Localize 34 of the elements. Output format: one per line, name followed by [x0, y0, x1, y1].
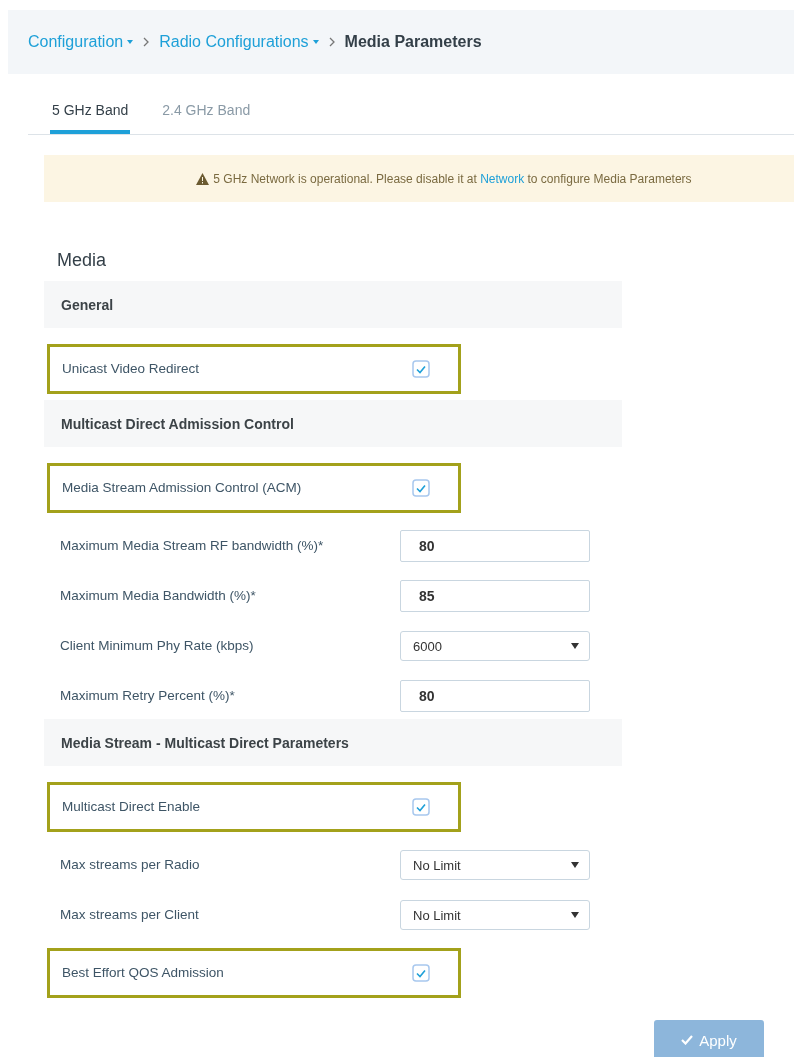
- dropdown[interactable]: 6000: [400, 631, 590, 661]
- warning-icon: [196, 172, 210, 185]
- caret-icon: [571, 643, 579, 649]
- field-label: Maximum Media Bandwidth (%)*: [60, 588, 257, 604]
- field-label: Best Effort QOS Admission: [62, 965, 225, 981]
- field-label: Maximum Media Stream RF bandwidth (%)*: [60, 538, 325, 554]
- input-field[interactable]: 80: [400, 680, 590, 712]
- chevron-icon: [143, 37, 150, 47]
- section-header: Multicast Direct Admission Control: [44, 400, 622, 447]
- tab[interactable]: 5 GHz Band: [50, 90, 131, 134]
- checkbox[interactable]: [412, 479, 430, 497]
- chevron-icon: [328, 37, 335, 47]
- breadcrumb-current: Media Parameters: [344, 33, 482, 51]
- input-field[interactable]: 85: [400, 580, 590, 612]
- field-label: Multicast Direct Enable: [62, 799, 202, 815]
- field-label: Max streams per Client: [60, 907, 200, 923]
- warning-message: 5 GHz Network is operational. Please disable it at Network to configure Media Parameters: [213, 171, 692, 186]
- checkbox[interactable]: [412, 360, 430, 378]
- section-header: Media Stream - Multicast Direct Parameters: [44, 719, 622, 766]
- check-icon: [681, 1035, 694, 1045]
- field-label: Unicast Video Redirect: [62, 361, 201, 377]
- field-label: Maximum Retry Percent (%)*: [60, 688, 236, 704]
- input-field[interactable]: 80: [400, 530, 590, 562]
- caret-icon: [571, 912, 579, 918]
- checkbox[interactable]: [412, 798, 430, 816]
- field-label: Media Stream Admission Control (ACM): [62, 480, 303, 496]
- dropdown[interactable]: No Limit: [400, 850, 590, 880]
- dropdown[interactable]: No Limit: [400, 900, 590, 930]
- field-label: Client Minimum Phy Rate (kbps): [60, 638, 255, 654]
- checkbox[interactable]: [412, 964, 430, 982]
- caret-icon: [571, 862, 579, 868]
- section-header: General: [44, 281, 622, 328]
- field-label: Max streams per Radio: [60, 857, 201, 873]
- section-title: Media: [57, 250, 108, 271]
